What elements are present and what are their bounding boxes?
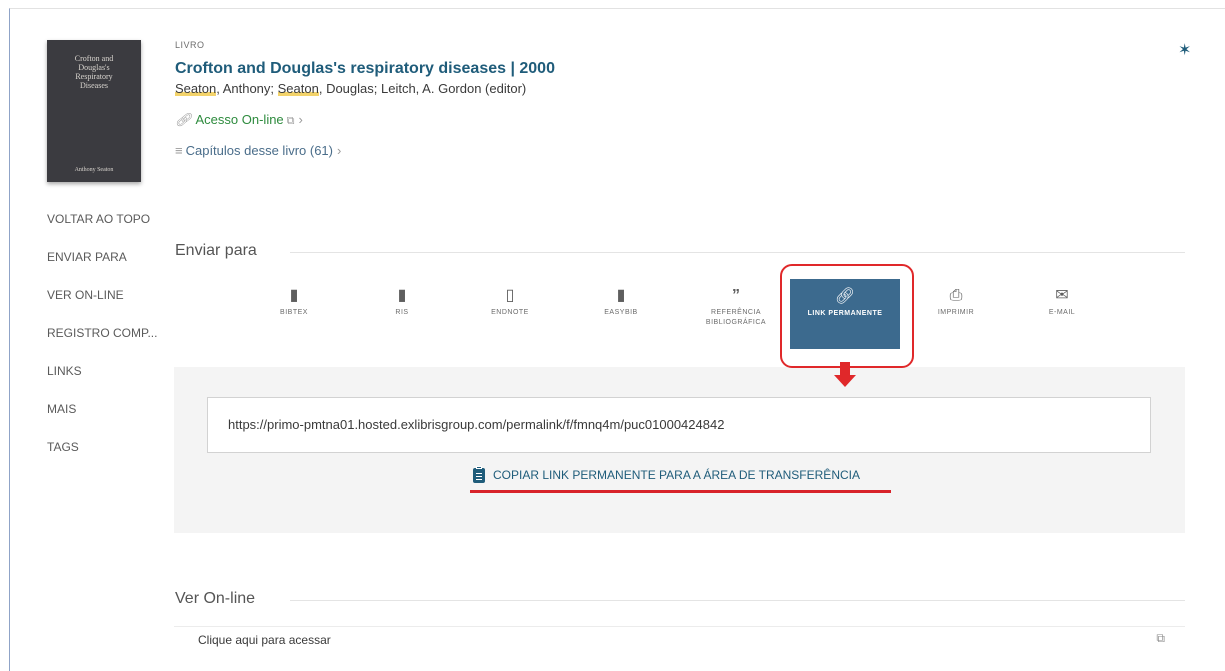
online-section-title: Ver On-line <box>175 590 256 607</box>
side-nav-item-more[interactable]: MAIS <box>47 402 76 416</box>
clipboard-icon <box>473 466 485 484</box>
annotation-highlight-box <box>780 264 914 368</box>
side-nav-item-full-record[interactable]: REGISTRO COMP... <box>47 326 157 340</box>
send-button-label: EASYBIB <box>604 309 638 316</box>
cover-author: Anthony Seaton <box>74 167 114 173</box>
send-endnote-button[interactable]: ▯ ENDNOTE <box>478 286 542 318</box>
side-nav-item-links[interactable]: LINKS <box>47 364 82 378</box>
author-rest: , Anthony; <box>216 81 278 96</box>
list-icon: ≡ <box>175 143 183 158</box>
author-rest: , Douglas; Leitch, A. Gordon (editor) <box>318 81 527 96</box>
online-access-row[interactable]: Clique aqui para acessar ⧉ <box>174 626 1185 653</box>
book-cover[interactable]: Crofton and Douglas's Respiratory Diseas… <box>47 40 141 182</box>
send-button-label: BIBTEX <box>280 309 308 316</box>
cover-title-line: Diseases <box>80 81 108 90</box>
chevron-right-icon: › <box>337 143 342 158</box>
cover-title-line: Crofton and <box>74 54 114 63</box>
send-button-label: RIS <box>395 309 409 316</box>
record-authors: Seaton, Anthony; Seaton, Douglas; Leitch… <box>175 81 526 96</box>
send-button-label: E-MAIL <box>1048 309 1076 316</box>
external-link-icon: ⧉ <box>1156 631 1165 645</box>
send-button-label: IMPRIMIR <box>937 309 975 316</box>
easybib-file-icon: ▮ <box>616 287 626 304</box>
annotation-underline <box>470 490 891 493</box>
copy-permalink-button[interactable]: COPIAR LINK PERMANENTE PARA A ÁREA DE TR… <box>473 466 860 484</box>
send-button-label: ENDNOTE <box>491 309 529 316</box>
side-nav-item-top[interactable]: VOLTAR AO TOPO <box>47 212 150 226</box>
print-icon: ⎙ <box>949 287 963 304</box>
access-label: Acesso On-line <box>195 112 284 127</box>
author-surname-highlight[interactable]: Seaton <box>277 81 319 96</box>
send-print-button[interactable]: ⎙ IMPRIMIR <box>924 286 988 318</box>
copy-permalink-label: COPIAR LINK PERMANENTE PARA A ÁREA DE TR… <box>493 468 860 482</box>
record-type-label: LIVRO <box>175 40 205 50</box>
section-divider <box>290 600 1185 601</box>
record-title[interactable]: Crofton and Douglas's respiratory diseas… <box>175 60 555 78</box>
pin-icon[interactable]: ✶ <box>1178 40 1191 60</box>
endnote-file-icon: ▯ <box>505 287 515 304</box>
send-ris-button[interactable]: ▮ RIS <box>370 286 434 318</box>
external-link-icon: ⧉ <box>286 115 295 127</box>
side-nav-item-tags[interactable]: TAGS <box>47 440 79 454</box>
author-surname-highlight[interactable]: Seaton <box>175 81 217 96</box>
email-icon: ✉︎ <box>1055 287 1069 304</box>
record-page <box>9 8 1225 671</box>
side-nav-item-send[interactable]: ENVIAR PARA <box>47 250 127 264</box>
quote-icon: ” <box>732 287 740 304</box>
link-icon: 🔗︎ <box>175 112 192 127</box>
permalink-url-field[interactable]: https://primo-pmtna01.hosted.exlibrisgro… <box>207 397 1151 453</box>
side-nav-item-online[interactable]: VER ON-LINE <box>47 288 124 302</box>
send-bibtex-button[interactable]: ▮ BIBTEX <box>262 286 326 318</box>
send-section-title: Enviar para <box>175 242 257 259</box>
send-citation-button[interactable]: ” REFERÊNCIA BIBLIOGRÁFICA <box>694 286 778 328</box>
online-access-link[interactable]: 🔗︎ Acesso On-line ⧉ › <box>175 112 303 128</box>
ris-file-icon: ▮ <box>397 287 407 304</box>
send-easybib-button[interactable]: ▮ EASYBIB <box>589 286 653 318</box>
cover-title-line: Douglas's <box>78 63 110 72</box>
section-divider <box>290 252 1185 253</box>
chapters-link[interactable]: ≡ Capítulos desse livro (61) › <box>175 143 341 158</box>
bibtex-file-icon: ▮ <box>289 287 299 304</box>
online-access-link-label: Clique aqui para acessar <box>198 633 331 647</box>
chevron-right-icon: › <box>298 112 303 127</box>
chapters-label: Capítulos desse livro (61) <box>185 143 333 158</box>
send-button-label: REFERÊNCIA BIBLIOGRÁFICA <box>705 309 767 326</box>
cover-title-line: Respiratory <box>75 72 113 81</box>
send-email-button[interactable]: ✉︎ E-MAIL <box>1030 286 1094 318</box>
